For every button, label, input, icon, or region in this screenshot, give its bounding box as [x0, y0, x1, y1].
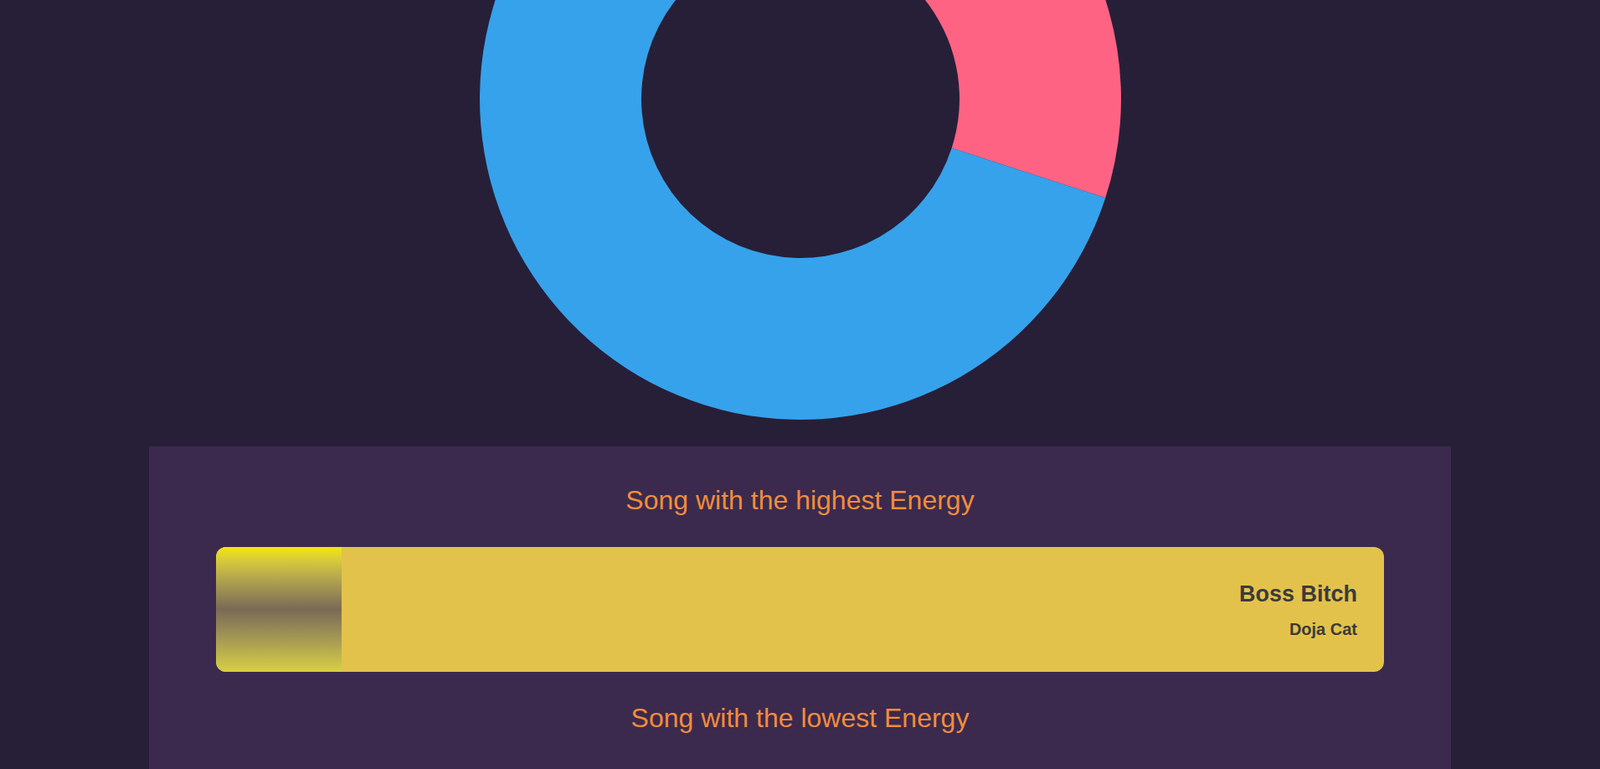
- chart-area: [0, 0, 1600, 447]
- song-artist: Doja Cat: [1289, 618, 1358, 639]
- chart-segment[interactable]: [479, 0, 1106, 420]
- song-section: Song with the lowest Energy: [216, 699, 1384, 736]
- energy-donut-chart: [473, 0, 1127, 447]
- page: Song with the highest Energy Boss Bitch Do…: [0, 0, 1600, 769]
- song-panel: Song with the highest Energy Boss Bitch Do…: [149, 446, 1451, 769]
- section-title: Song with the lowest Energy: [216, 699, 1384, 736]
- song-info: Boss Bitch Doja Cat: [341, 546, 1384, 672]
- album-cover: [216, 546, 342, 672]
- song-title: Boss Bitch: [1239, 580, 1358, 608]
- song-section: Song with the highest Energy Boss Bitch Do…: [216, 481, 1384, 672]
- section-title: Song with the highest Energy: [216, 481, 1384, 519]
- song-card[interactable]: Boss Bitch Doja Cat: [216, 546, 1384, 672]
